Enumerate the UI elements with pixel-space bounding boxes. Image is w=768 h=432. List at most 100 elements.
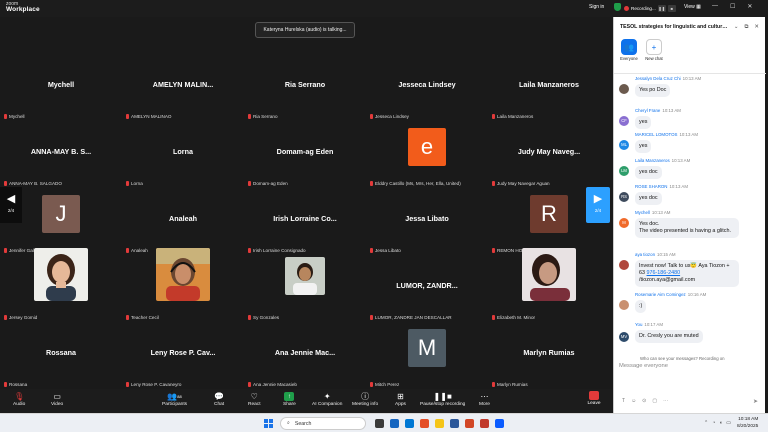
word-icon[interactable]	[450, 419, 459, 428]
format-text-icon[interactable]: T	[622, 398, 625, 404]
app-icon[interactable]	[480, 419, 489, 428]
view-button[interactable]: View ▦	[684, 4, 701, 10]
prev-page-button[interactable]: ◀ 2/4	[0, 187, 22, 223]
sender-avatar: LM	[619, 166, 629, 176]
participant-label: LUMOR, ZANDRE JAN DESCALLAR	[370, 315, 452, 320]
people-icon: 👥 88	[167, 392, 182, 401]
sender-avatar	[619, 84, 629, 94]
participant-tile[interactable]: e Elddry Castillo (Ms, Mrs, Her, Ella, Un…	[366, 123, 488, 190]
emoji-icon[interactable]: ☺	[631, 398, 636, 404]
recording-indicator[interactable]: Recording... ❚❚ ■	[624, 3, 676, 13]
participant-label: Sy Gonzales	[248, 315, 279, 320]
next-page-button[interactable]: ▶ 2/4	[586, 187, 610, 223]
participant-tile[interactable]: LUMOR, ZANDR... LUMOR, ZANDRE JAN DESCALL…	[366, 257, 488, 324]
firefox-icon[interactable]	[420, 419, 429, 428]
stop-icon[interactable]: ■	[667, 4, 676, 12]
attach-file-icon[interactable]: ▢	[652, 398, 657, 404]
security-shield-icon[interactable]	[614, 3, 621, 11]
participant-label: Elddry Castillo (Ms, Mrs, Her, Ella, Uni…	[370, 181, 461, 186]
participant-tile[interactable]: Ria Serrano Ria Serrano	[244, 56, 366, 123]
participant-tile[interactable]: Sy Gonzales	[244, 257, 366, 324]
apps-grid-icon: ⊞	[397, 392, 404, 401]
participant-avatar: R	[530, 195, 568, 233]
participant-tile[interactable]: Irish Lorraine Co... Irish Lorraine Consi…	[244, 190, 366, 257]
send-icon[interactable]: ➤	[753, 398, 758, 405]
screenshot-icon[interactable]: ⊙	[642, 398, 646, 404]
participant-tile[interactable]: Teacher Cecil	[122, 248, 244, 324]
react-button[interactable]: ♡ React	[248, 392, 261, 407]
participant-label: Domam-ag Eden	[248, 181, 288, 186]
participant-tile[interactable]: Laila Manzaneros Laila Manzaneros	[488, 56, 610, 123]
chat-visibility-note[interactable]: Who can see your messages? Recording on	[640, 356, 725, 361]
tab-new-chat[interactable]: + New chat	[644, 39, 664, 61]
ai-companion-button[interactable]: ✦ AI Companion	[312, 392, 342, 407]
message-bubble: Invest now! Talk to us😇 Aya Tiozon + 63 …	[635, 260, 739, 287]
system-tray: ⌃ ◔ ◖ ▭	[704, 420, 731, 426]
participant-tile[interactable]: Lorna Lorna	[122, 123, 244, 190]
sign-in-link[interactable]: Sign in	[589, 4, 604, 10]
apps-button[interactable]: ⊞ Apps	[395, 392, 406, 407]
participant-tile[interactable]: Jessa Libato Jessa Libato	[366, 190, 488, 257]
participants-button[interactable]: 👥 88 Participants	[162, 392, 187, 407]
battery-icon[interactable]: ▭	[726, 420, 731, 426]
close-icon[interactable]: ✕	[747, 3, 752, 10]
participant-tile[interactable]: ANNA-MAY B. S... ANNA-MAY B. SALGADO	[0, 123, 122, 190]
taskbar-search[interactable]: ⌕ Search	[280, 417, 366, 430]
video-button[interactable]: ▭ Video	[51, 392, 63, 407]
chevron-up-icon[interactable]: ⌃	[704, 420, 708, 426]
chat-input[interactable]: Message everyone	[619, 363, 761, 369]
edge-icon[interactable]	[405, 419, 414, 428]
outlook-icon[interactable]	[390, 419, 399, 428]
share-button[interactable]: ↑ Share	[283, 392, 296, 407]
participant-avatar: M	[408, 329, 446, 367]
chevron-down-icon[interactable]: ⌄	[734, 24, 739, 31]
participant-tile[interactable]: M Mitch Perez	[366, 324, 488, 391]
close-icon[interactable]: ✕	[754, 24, 759, 31]
participant-tile[interactable]: AMELYN MALIN... AMELYN MALINAO	[122, 56, 244, 123]
participant-tile[interactable]: Marlyn Rumias Marlyn Rumias	[488, 324, 610, 391]
mic-muted-icon	[248, 181, 251, 186]
participant-tile[interactable]: Jesseca Lindsey Jesseca Lindsey	[366, 56, 488, 123]
participant-tile[interactable]: Jersey Gomid	[0, 248, 122, 324]
mic-muted-icon	[370, 114, 373, 119]
audio-button[interactable]: 🎙 Audio	[13, 392, 25, 407]
meeting-info-button[interactable]: ⓘ Meeting info	[352, 392, 378, 407]
speaker-icon[interactable]: ◖	[719, 420, 722, 426]
windows-taskbar: ⌕ Search ⌃ ◔ ◖ ▭ 10:18 AM 8/20/2025	[0, 413, 768, 432]
zoom-taskbar-icon[interactable]	[495, 419, 504, 428]
participant-tile[interactable]: Elizabeth M. Minor	[488, 248, 610, 324]
taskbar-clock[interactable]: 10:18 AM 8/20/2025	[737, 416, 758, 430]
participant-name: ANNA-MAY B. S...	[30, 147, 92, 156]
more-button[interactable]: ⋯ More	[479, 392, 490, 407]
mic-muted-icon	[126, 382, 129, 387]
record-control-button[interactable]: ❚❚■ Pause/stop recording	[420, 392, 465, 407]
participant-tile[interactable]: Rossana Rossana	[0, 324, 122, 391]
task-view-icon[interactable]	[375, 419, 384, 428]
tab-everyone[interactable]: 👥 Everyone	[619, 39, 639, 61]
participant-label: Analeah	[126, 248, 148, 253]
participant-tile[interactable]: Judy May Naveg... Judy May Navegar Aguan	[488, 123, 610, 190]
participant-tile[interactable]: Mychell Mychell	[0, 56, 122, 123]
participant-tile[interactable]: Ana Jennie Mac... Ana Jennie Macasieb	[244, 324, 366, 391]
pause-icon[interactable]: ❚❚	[657, 4, 666, 12]
wifi-icon[interactable]: ◔	[712, 420, 715, 426]
message-header: ROSE SHARON 10:13 AM	[635, 184, 689, 189]
more-icon[interactable]: ⋯	[663, 398, 668, 404]
sender-avatar: MV	[619, 332, 629, 342]
file-explorer-icon[interactable]	[435, 419, 444, 428]
leave-button[interactable]: Leave	[582, 391, 606, 411]
participant-label: Irish Lorraine Consignado	[248, 248, 306, 253]
message-header: You 10:17 AM	[635, 322, 663, 327]
plus-icon: +	[646, 39, 662, 55]
maximize-icon[interactable]: ☐	[730, 3, 735, 10]
pop-out-icon[interactable]: ⧉	[744, 24, 748, 31]
windows-start-icon[interactable]	[264, 419, 273, 428]
participant-tile[interactable]: Leny Rose P. Cav... Leny Rose P. Cavaneyr…	[122, 324, 244, 391]
minimize-icon[interactable]: —	[712, 3, 718, 10]
phone-link[interactable]: 976-186-2480	[647, 270, 681, 276]
powerpoint-icon[interactable]	[465, 419, 474, 428]
mic-muted-icon	[4, 181, 7, 186]
participant-tile[interactable]: Domam-ag Eden Domam-ag Eden	[244, 123, 366, 190]
chat-button[interactable]: 💬 Chat	[214, 392, 224, 407]
participant-tile[interactable]: Analeah Analeah	[122, 190, 244, 257]
